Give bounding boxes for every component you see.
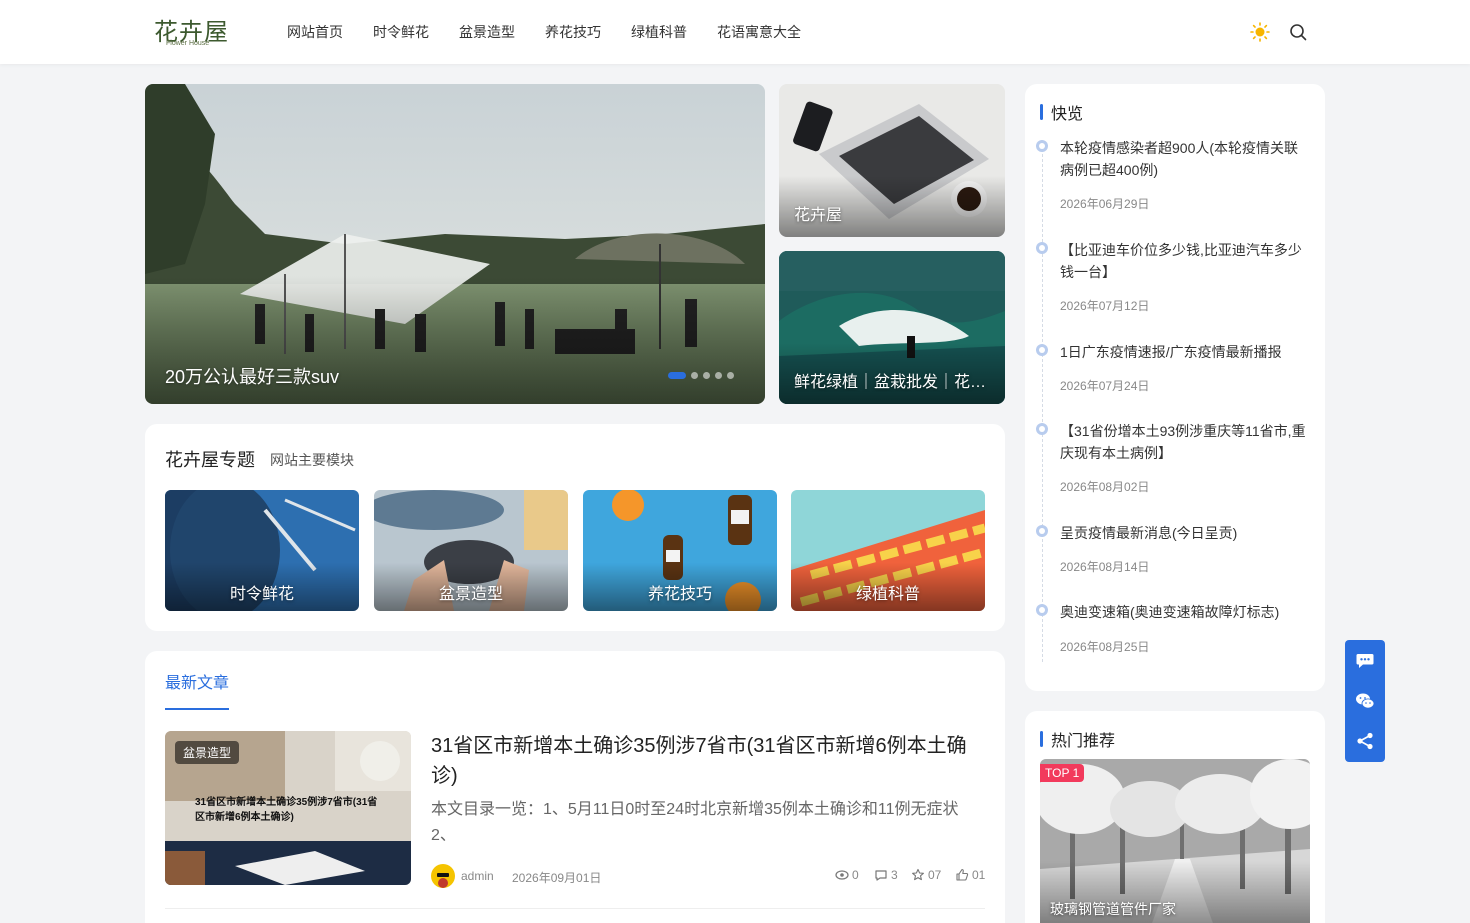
topic-card-bonsai[interactable]: 盆景造型 bbox=[374, 490, 568, 611]
article-excerpt: 本文目录一览：1、5月11日0时至24时北京新增35例本土确诊和11例无症状2、 bbox=[431, 801, 959, 844]
article-thumb-caption: 31省区市新增本土确诊35例涉7省市(31省区市新增6例本土确诊) bbox=[195, 797, 378, 823]
list-item-date: 2026年07月24日 bbox=[1060, 379, 1150, 393]
carousel-dot[interactable] bbox=[715, 372, 722, 379]
topics-subtitle: 网站主要模块 bbox=[270, 452, 354, 468]
topics-title: 花卉屋专题 bbox=[165, 450, 255, 470]
quick-view-heading: 快览 bbox=[1040, 100, 1083, 124]
chat-bubble-icon[interactable] bbox=[1355, 651, 1375, 671]
list-item-title[interactable]: 【比亚迪车价位多少钱,比亚迪汽车多少钱一台】 bbox=[1060, 239, 1310, 283]
carousel-dots bbox=[668, 372, 734, 379]
comments-stat: 3 bbox=[874, 868, 898, 882]
hot-picks-title: 热门推荐 bbox=[1051, 733, 1116, 750]
topic-card-seasonal-flowers[interactable]: 时令鲜花 bbox=[165, 490, 359, 611]
side-card-surf[interactable]: 鲜花绿植｜盆栽批发｜花卉市场 bbox=[779, 251, 1005, 404]
logo-subtext: Flower House bbox=[166, 40, 210, 47]
side-card-label: 鲜花绿植｜盆栽批发｜花卉市场 bbox=[794, 374, 990, 391]
carousel-dot[interactable] bbox=[703, 372, 710, 379]
timeline-dot bbox=[1036, 242, 1048, 254]
list-item-title[interactable]: 呈贡疫情最新消息(今日呈贡) bbox=[1060, 522, 1310, 544]
likes-stat[interactable]: 01 bbox=[955, 868, 985, 882]
list-item-title[interactable]: 【31省份增本土93例涉重庆等11省市,重庆现有本土病例】 bbox=[1060, 420, 1310, 464]
list-item-date: 2026年07月12日 bbox=[1060, 299, 1150, 313]
list-item-date: 2026年08月02日 bbox=[1060, 480, 1150, 494]
views-stat: 0 bbox=[835, 868, 859, 882]
favorites-stat[interactable]: 07 bbox=[911, 868, 941, 882]
favorites-count: 07 bbox=[928, 868, 942, 882]
carousel-dot[interactable] bbox=[668, 372, 686, 379]
article-thumbnail[interactable]: 盆景造型 31省区市新增本土确诊35例涉7省市(31省区市新增6例本土确诊) bbox=[165, 731, 411, 885]
side-card-label: 花卉屋 bbox=[794, 207, 843, 224]
topic-label: 盆景造型 bbox=[438, 586, 503, 603]
site-header: 花卉屋 Flower House 网站首页 时令鲜花 盆景造型 养花技巧 绿植科… bbox=[0, 0, 1470, 64]
list-item-title[interactable]: 本轮疫情感染者超900人(本轮疫情关联病例已超400例) bbox=[1060, 137, 1310, 181]
topic-card-plant-science[interactable]: 绿植科普 bbox=[791, 490, 985, 611]
views-count: 0 bbox=[852, 868, 859, 882]
heading-accent-bar bbox=[1040, 104, 1043, 120]
hot-pick-title[interactable]: 玻璃钢管道管件厂家 bbox=[1050, 899, 1176, 919]
search-icon[interactable] bbox=[1288, 22, 1308, 42]
topic-label: 时令鲜花 bbox=[229, 586, 294, 603]
list-item-title[interactable]: 奥迪变速箱(奥迪变速箱故障灯标志) bbox=[1060, 601, 1310, 623]
top-rank-badge: TOP 1 bbox=[1040, 764, 1085, 782]
timeline-dot bbox=[1036, 525, 1048, 537]
topic-label: 绿植科普 bbox=[855, 586, 920, 603]
topic-card-gardening-tips[interactable]: 养花技巧 bbox=[583, 490, 777, 611]
nav-item-gardening-tips[interactable]: 养花技巧 bbox=[545, 22, 601, 42]
article-divider bbox=[165, 908, 985, 909]
list-item-date: 2026年08月25日 bbox=[1060, 640, 1150, 654]
tab-indicator bbox=[165, 708, 229, 710]
article-date: 2026年09月01日 bbox=[512, 871, 602, 885]
quick-view-title: 快览 bbox=[1051, 106, 1084, 123]
quick-view-panel: 快览 本轮疫情感染者超900人(本轮疫情关联病例已超400例) 2026年06月… bbox=[1025, 84, 1325, 691]
share-icon[interactable] bbox=[1355, 731, 1375, 751]
timeline-dot bbox=[1036, 344, 1048, 356]
hot-picks-heading: 热门推荐 bbox=[1040, 727, 1115, 751]
nav-item-bonsai[interactable]: 盆景造型 bbox=[459, 22, 515, 42]
banner-title[interactable]: 20万公认最好三款suv bbox=[165, 363, 339, 389]
comments-count: 3 bbox=[891, 868, 898, 882]
nav-item-flower-language[interactable]: 花语寓意大全 bbox=[717, 22, 801, 42]
hot-picks-panel: 热门推荐 TOP 1 玻璃钢管道管件厂家 bbox=[1025, 711, 1325, 923]
article-author[interactable]: admin bbox=[461, 869, 494, 883]
article-category-badge[interactable]: 盆景造型 bbox=[175, 741, 240, 764]
avatar[interactable] bbox=[431, 864, 455, 888]
nav-item-plant-science[interactable]: 绿植科普 bbox=[631, 22, 687, 42]
list-item-date: 2026年06月29日 bbox=[1060, 197, 1150, 211]
topic-label: 养花技巧 bbox=[647, 586, 712, 603]
article-title[interactable]: 31省区市新增本土确诊35例涉7省市(31省区市新增6例本土确诊) bbox=[431, 731, 981, 791]
carousel-dot[interactable] bbox=[727, 372, 734, 379]
avatar-face-icon bbox=[437, 873, 449, 888]
latest-articles-panel: 最新文章 盆景造型 31省区市新增本土确诊35例涉7省市(31省区市新增6例本土… bbox=[145, 651, 1005, 923]
tab-latest-articles[interactable]: 最新文章 bbox=[165, 669, 229, 693]
main-nav: 网站首页 时令鲜花 盆景造型 养花技巧 绿植科普 花语寓意大全 bbox=[287, 22, 801, 42]
side-card-laptop[interactable]: 花卉屋 bbox=[779, 84, 1005, 237]
floating-share-bar bbox=[1345, 640, 1385, 762]
wechat-icon[interactable] bbox=[1355, 691, 1375, 711]
timeline-line bbox=[1042, 144, 1043, 662]
banner-slide[interactable]: 20万公认最好三款suv bbox=[145, 84, 765, 404]
star-icon bbox=[912, 868, 924, 881]
topics-panel: 花卉屋专题 网站主要模块 时令鲜花 盆景造型 养花技巧 绿植科普 bbox=[145, 424, 1005, 631]
thumbs-up-icon bbox=[956, 868, 969, 881]
carousel-dot[interactable] bbox=[691, 372, 698, 379]
timeline-dot bbox=[1036, 140, 1048, 152]
timeline-dot bbox=[1036, 423, 1048, 435]
sun-icon[interactable] bbox=[1250, 22, 1270, 42]
eye-icon bbox=[835, 870, 849, 880]
nav-item-seasonal-flowers[interactable]: 时令鲜花 bbox=[373, 22, 429, 42]
timeline-dot bbox=[1036, 604, 1048, 616]
site-logo[interactable]: 花卉屋 Flower House bbox=[154, 12, 234, 52]
comment-icon bbox=[875, 870, 887, 881]
heading-accent-bar bbox=[1040, 731, 1043, 747]
list-item-title[interactable]: 1日广东疫情速报/广东疫情最新播报 bbox=[1060, 341, 1310, 363]
list-item-date: 2026年08月14日 bbox=[1060, 560, 1150, 574]
nav-item-home[interactable]: 网站首页 bbox=[287, 22, 343, 42]
banner-image bbox=[145, 84, 765, 404]
likes-count: 01 bbox=[972, 868, 986, 882]
hot-pick-card[interactable]: TOP 1 玻璃钢管道管件厂家 bbox=[1040, 759, 1310, 923]
